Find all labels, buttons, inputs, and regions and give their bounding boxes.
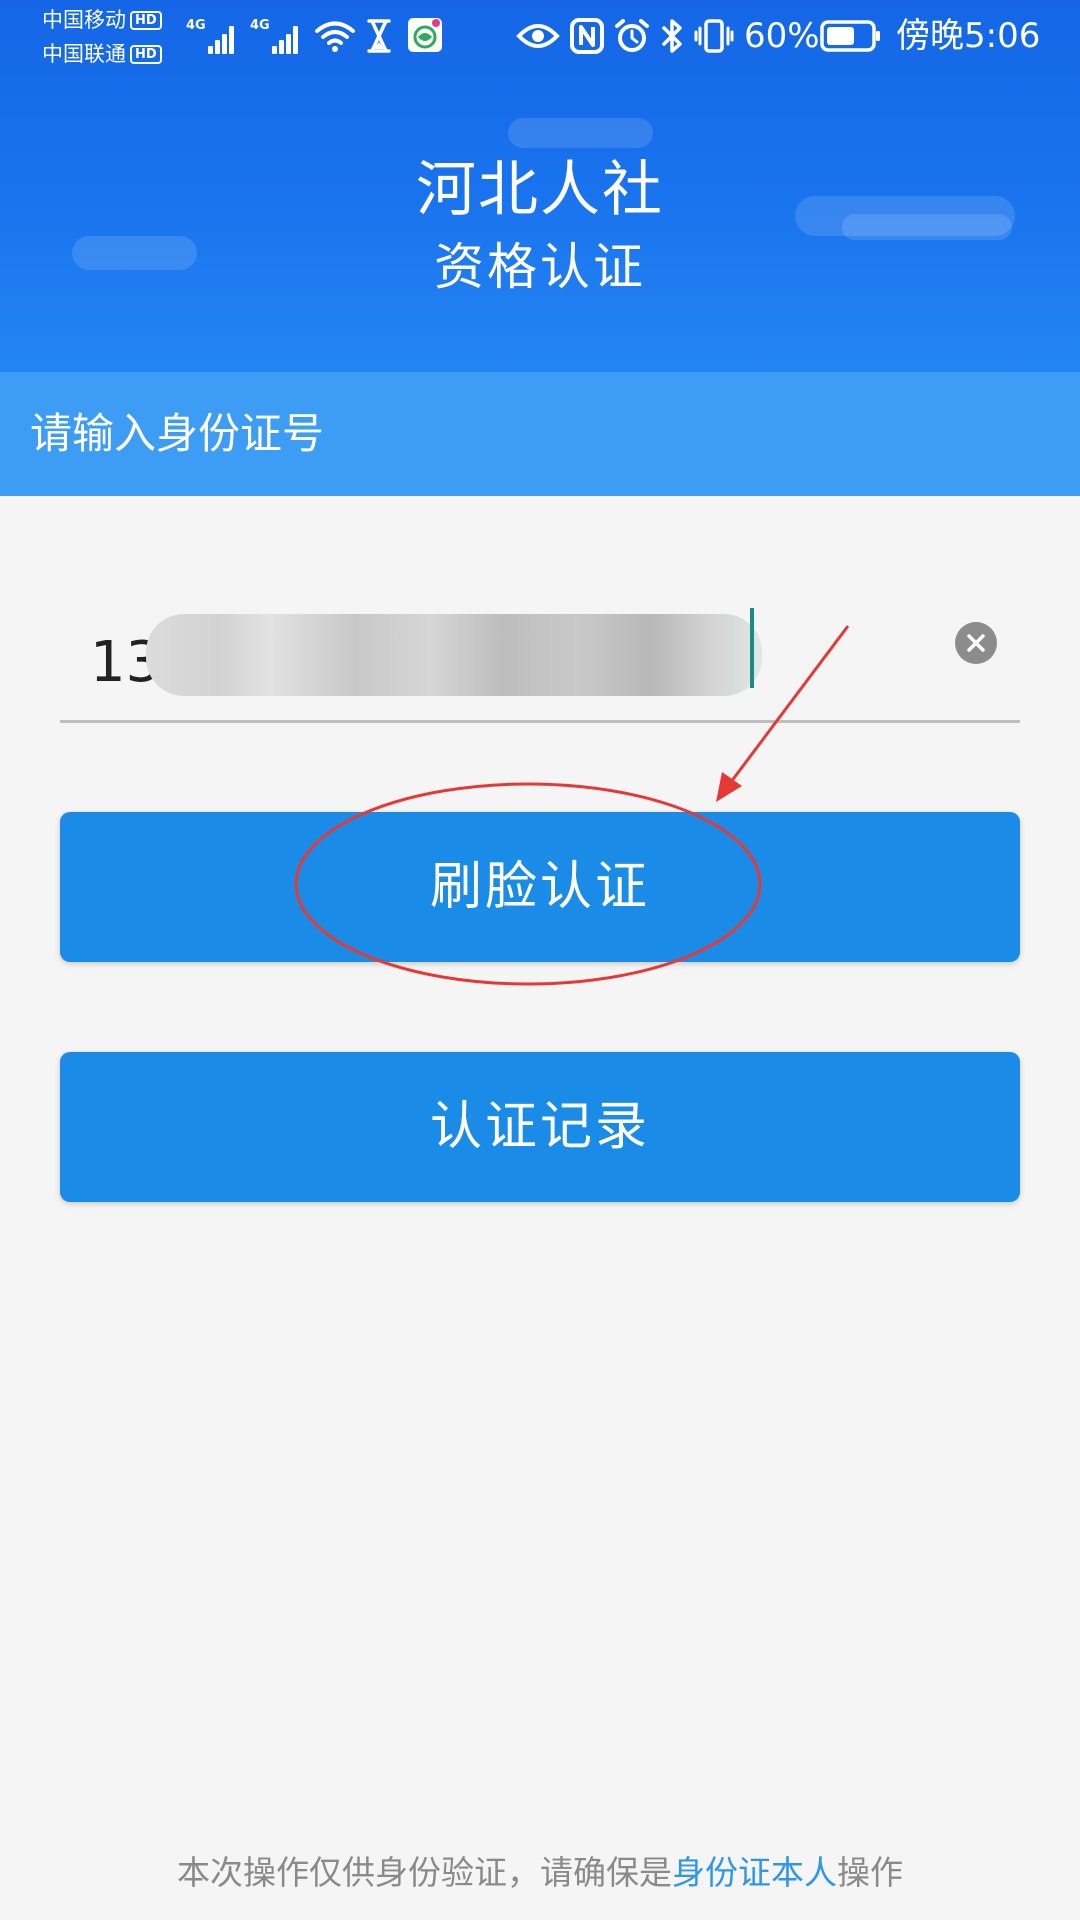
app-header: 中国移动 HD 中国联通 HD 4G 4G 60% 傍晚5:06 河北人社 资格… [0,0,1080,372]
wifi-icon [315,21,355,52]
network-type-1: 4G [186,18,206,33]
id-prompt-banner: 请输入身份证号 [0,372,1080,496]
auth-records-button[interactable]: 认证记录 [60,1052,1020,1202]
input-underline [60,720,1020,723]
battery-percent: 60% [744,16,820,56]
clock: 傍晚5:06 [896,16,1041,56]
nfc-icon [570,18,604,54]
carrier-2: 中国联通 HD [42,42,162,66]
text-cursor [750,608,754,688]
signal-strength-1: 4G [186,14,242,54]
bluetooth-icon [662,19,682,53]
carrier-2-label: 中国联通 [42,42,126,66]
alarm-icon [615,19,649,52]
hd-badge: HD [130,11,162,30]
cloud-decoration [508,118,653,148]
hd-badge: HD [130,45,162,64]
id-number-field [60,596,1020,723]
network-type-2: 4G [250,18,270,33]
app-notification-icon [408,18,442,52]
annotation-arrow-head [716,772,742,802]
carrier-1: 中国移动 HD [42,8,162,32]
face-auth-button[interactable]: 刷脸认证 [60,812,1020,962]
eye-icon [516,24,560,48]
footer-suffix: 操作 [837,1853,903,1892]
hourglass-icon [367,19,391,53]
app-title: 河北人社 [416,155,664,225]
redacted-id-digits [146,614,762,696]
vibrate-icon [694,19,734,53]
clear-input-button[interactable] [955,622,997,664]
battery-icon [820,20,880,52]
signal-strength-2: 4G [250,14,306,54]
carrier-1-label: 中国移动 [42,8,126,32]
id-prompt-label: 请输入身份证号 [30,409,325,458]
status-bar: 中国移动 HD 中国联通 HD 4G 4G 60% 傍晚5:06 [0,0,1080,76]
footer-id-owner-link[interactable]: 身份证本人 [672,1853,837,1892]
footer-disclaimer: 本次操作仅供身份验证，请确保是身份证本人操作 [0,1850,1080,1896]
close-icon [967,634,985,652]
footer-prefix: 本次操作仅供身份验证，请确保是 [177,1853,672,1892]
app-subtitle: 资格认证 [434,238,646,296]
